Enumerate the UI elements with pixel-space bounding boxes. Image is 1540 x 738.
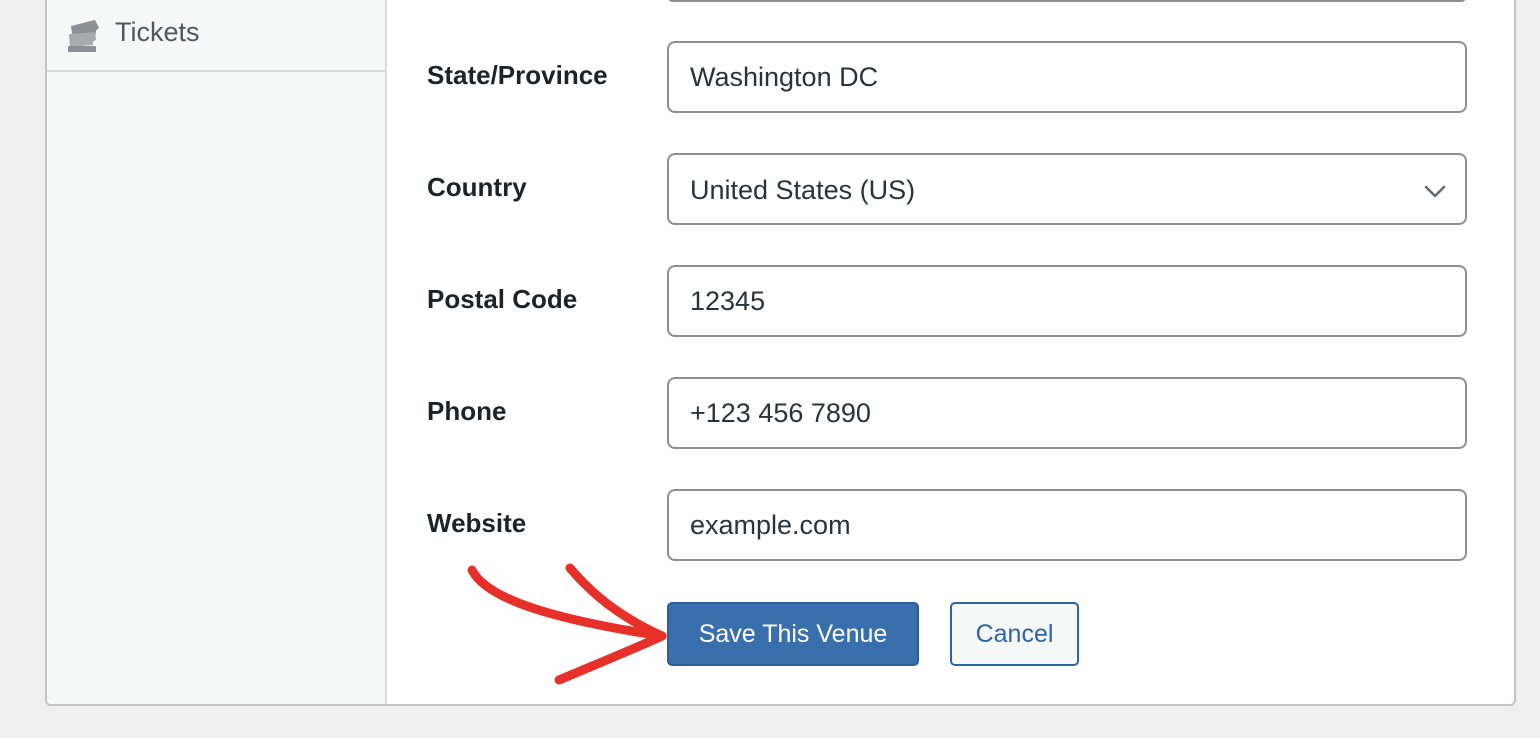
chevron-down-icon [1423, 179, 1447, 203]
website-row: Website [427, 489, 1487, 561]
previous-field-edge [667, 0, 1467, 2]
annotation-arrow-icon [467, 563, 667, 685]
venue-panel: Tickets State/Province Country United St… [45, 0, 1516, 706]
phone-label: Phone [427, 396, 507, 426]
country-select[interactable]: United States (US) [667, 153, 1467, 225]
phone-row: Phone [427, 377, 1487, 449]
state-province-label: State/Province [427, 60, 608, 90]
country-row: Country United States (US) [427, 153, 1487, 225]
cancel-button[interactable]: Cancel [950, 602, 1079, 666]
postal-code-label: Postal Code [427, 284, 578, 314]
sidebar-item-tickets[interactable]: Tickets [47, 0, 385, 72]
website-input[interactable] [667, 489, 1467, 561]
postal-code-input[interactable] [667, 265, 1467, 337]
postal-code-row: Postal Code [427, 265, 1487, 337]
sidebar-item-label: Tickets [115, 17, 200, 47]
website-label: Website [427, 508, 527, 538]
phone-input[interactable] [667, 377, 1467, 449]
country-label: Country [427, 172, 527, 202]
state-province-row: State/Province [427, 41, 1487, 113]
country-selected-value: United States (US) [690, 175, 916, 205]
tickets-icon [65, 16, 105, 56]
state-province-input[interactable] [667, 41, 1467, 113]
sidebar: Tickets [47, 0, 387, 704]
